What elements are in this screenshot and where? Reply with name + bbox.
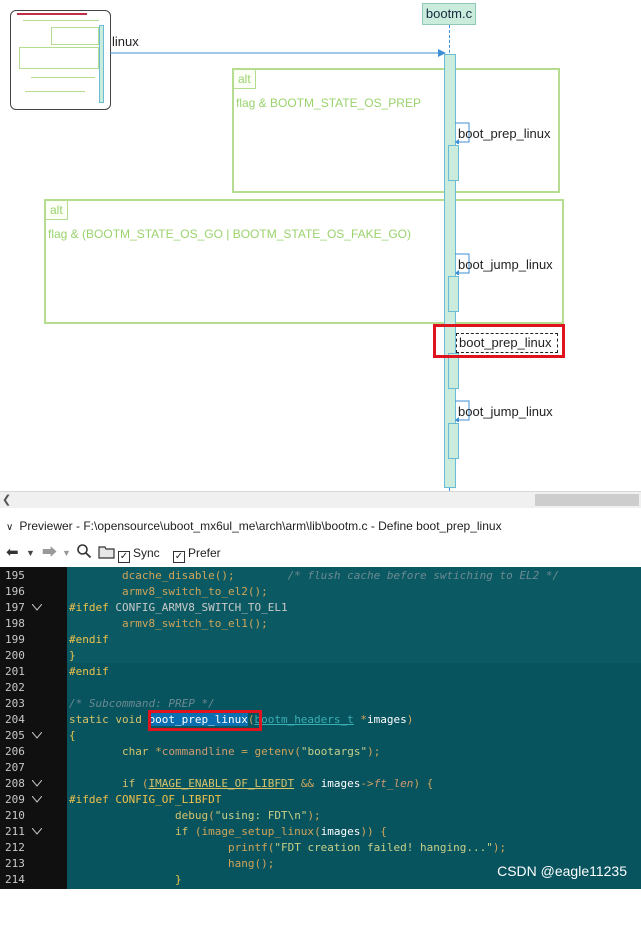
horizontal-scrollbar[interactable]: ❮ <box>0 491 641 508</box>
diagram-minimap[interactable] <box>10 10 111 110</box>
code-text: #endif <box>69 665 109 678</box>
code-line: 197 #ifdef CONFIG_ARMV8_SWITCH_TO_EL1 <box>0 600 641 616</box>
fold-toggle-icon[interactable] <box>32 796 42 803</box>
self-call-label-boot-jump-linux[interactable]: boot_jump_linux <box>458 404 553 419</box>
code-line: 203 /* Subcommand: PREP */ <box>0 696 641 712</box>
code-text: armv8_switch_to_el2(); <box>121 585 268 598</box>
code-line: 206 char *commandline = getenv("bootargs… <box>0 744 641 760</box>
code-text: if (IMAGE_ENABLE_OF_LIBFDT && images->ft… <box>121 777 434 790</box>
search-icon[interactable] <box>76 543 92 564</box>
watermark: CSDN @eagle11235 <box>497 863 627 879</box>
code-text: #endif <box>69 633 109 646</box>
previewer-toolbar: ⬅ ▼ ⮕ ▼ ✓ Sync ✓ Prefer <box>0 542 641 564</box>
code-editor[interactable]: 195 dcache_disable(); /* flush cache bef… <box>0 567 641 889</box>
line-number: 209 <box>5 793 25 806</box>
code-text: debug("using: FDT\n"); <box>174 809 321 822</box>
activation-bar <box>448 276 459 312</box>
code-line: 195 dcache_disable(); /* flush cache bef… <box>0 568 641 584</box>
line-number: 204 <box>5 713 25 726</box>
line-number: 201 <box>5 665 25 678</box>
code-line: 201 #endif <box>0 664 641 680</box>
alt-frame-guard: flag & BOOTM_STATE_OS_PREP <box>236 96 421 110</box>
activation-bar <box>448 423 459 459</box>
highlight-box <box>148 710 262 731</box>
alt-frame-tag: alt <box>234 70 256 89</box>
incoming-call-arrow <box>110 49 446 57</box>
sequence-diagram[interactable]: linux bootm.c alt flag & BOOTM_STATE_OS_… <box>0 0 641 491</box>
code-text: #ifdef CONFIG_OF_LIBFDT <box>69 793 222 806</box>
prefer-checkbox[interactable]: ✓ Prefer <box>173 544 221 563</box>
alt-frame-guard: flag & (BOOTM_STATE_OS_GO | BOOTM_STATE_… <box>48 227 411 241</box>
forward-arrow-icon[interactable]: ⮕ <box>42 544 57 562</box>
code-text: { <box>69 729 76 742</box>
code-text: printf("FDT creation failed! hanging..."… <box>227 841 507 854</box>
code-line: 212 printf("FDT creation failed! hanging… <box>0 840 641 856</box>
lifeline-header-bootm[interactable]: bootm.c <box>422 3 476 25</box>
scrollbar-thumb[interactable] <box>535 494 639 506</box>
sync-checkbox[interactable]: ✓ Sync <box>118 544 160 563</box>
checkmark-icon: ✓ <box>118 551 130 563</box>
code-line: 211 if (image_setup_linux(images)) { <box>0 824 641 840</box>
code-line: 196 armv8_switch_to_el2(); <box>0 584 641 600</box>
previewer-title-bar: ∨ Previewer - F:\opensource\uboot_mx6ul_m… <box>0 515 641 537</box>
line-number: 198 <box>5 617 25 630</box>
line-number: 203 <box>5 697 25 710</box>
fold-toggle-icon[interactable] <box>32 780 42 787</box>
code-line: 208 if (IMAGE_ENABLE_OF_LIBFDT && images… <box>0 776 641 792</box>
activation-bar <box>448 145 459 181</box>
code-text: #ifdef CONFIG_ARMV8_SWITCH_TO_EL1 <box>69 601 288 614</box>
previewer-title: Previewer - F:\opensource\uboot_mx6ul_me… <box>19 519 502 533</box>
fold-toggle-icon[interactable] <box>32 732 42 739</box>
code-line: 200 } <box>0 648 641 664</box>
line-number: 200 <box>5 649 25 662</box>
line-number: 202 <box>5 681 25 694</box>
line-number: 206 <box>5 745 25 758</box>
prefer-label: Prefer <box>188 546 221 560</box>
code-line: 204 static void boot_prep_linux(bootm_he… <box>0 712 641 728</box>
line-number: 213 <box>5 857 25 870</box>
line-number: 196 <box>5 585 25 598</box>
line-number: 207 <box>5 761 25 774</box>
code-text: char *commandline = getenv("bootargs"); <box>121 745 381 758</box>
line-number: 195 <box>5 569 25 582</box>
code-text: } <box>174 873 182 886</box>
type-link[interactable]: bootm_headers_t <box>254 713 353 726</box>
code-line: 199 #endif <box>0 632 641 648</box>
code-line: 202 <box>0 680 641 696</box>
code-line: 209 #ifdef CONFIG_OF_LIBFDT <box>0 792 641 808</box>
code-text: dcache_disable(); /* flush cache before … <box>121 569 560 582</box>
code-line: 210 debug("using: FDT\n"); <box>0 808 641 824</box>
back-dropdown-icon[interactable]: ▼ <box>26 544 35 562</box>
scroll-left-icon[interactable]: ❮ <box>2 492 11 509</box>
incoming-call-label: linux <box>112 34 139 49</box>
line-number: 205 <box>5 729 25 742</box>
forward-dropdown-icon[interactable]: ▼ <box>62 544 71 562</box>
code-line: 205 { <box>0 728 641 744</box>
code-text: } <box>69 649 76 662</box>
code-text: hang(); <box>227 857 275 870</box>
line-number: 211 <box>5 825 25 838</box>
self-call-label-boot-prep-linux-selected[interactable]: boot_prep_linux <box>456 333 558 353</box>
code-text: armv8_switch_to_el1(); <box>121 617 268 630</box>
line-number: 212 <box>5 841 25 854</box>
line-number: 199 <box>5 633 25 646</box>
line-number: 210 <box>5 809 25 822</box>
line-number: 197 <box>5 601 25 614</box>
line-number: 214 <box>5 873 25 886</box>
fold-toggle-icon[interactable] <box>32 828 42 835</box>
alt-frame-tag: alt <box>46 201 68 220</box>
line-number: 208 <box>5 777 25 790</box>
self-call-label-boot-jump-linux[interactable]: boot_jump_linux <box>458 257 553 272</box>
collapse-chevron-icon[interactable]: ∨ <box>6 517 13 539</box>
checkmark-icon: ✓ <box>173 551 185 563</box>
code-line: 207 <box>0 760 641 776</box>
sync-label: Sync <box>133 546 160 560</box>
back-arrow-icon[interactable]: ⬅ <box>6 544 19 562</box>
code-line: 198 armv8_switch_to_el1(); <box>0 616 641 632</box>
self-call-label-boot-prep-linux[interactable]: boot_prep_linux <box>458 126 551 141</box>
code-text: if (image_setup_linux(images)) { <box>174 825 387 838</box>
activation-bar <box>448 353 459 389</box>
fold-toggle-icon[interactable] <box>32 604 42 611</box>
folder-icon[interactable] <box>98 545 116 564</box>
